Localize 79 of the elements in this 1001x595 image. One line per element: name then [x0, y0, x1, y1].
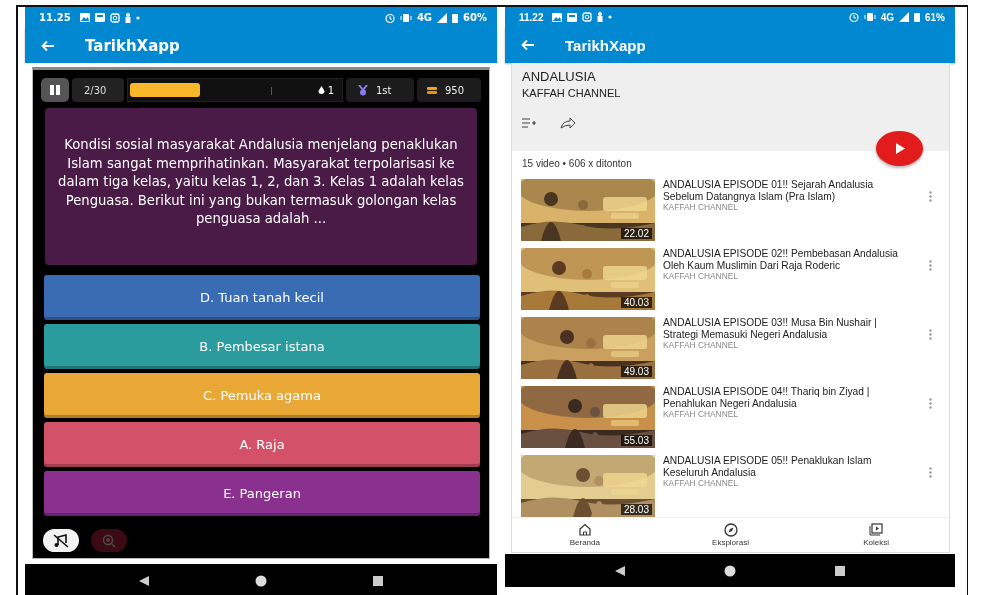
home-icon	[577, 523, 592, 537]
rank-text: 1st	[376, 84, 392, 96]
news-icon	[94, 13, 105, 22]
more-icon	[928, 191, 932, 202]
share-icon[interactable]	[560, 117, 576, 129]
video-channel: KAFFAH CHANNEL	[663, 340, 739, 350]
explore-icon	[723, 523, 738, 537]
video-title[interactable]: ANDALUSIA EPISODE 03!! Musa Bin Nushair | Strategi Memasuki Negeri Andalusia	[663, 317, 901, 340]
add-to-queue-icon[interactable]	[522, 118, 536, 128]
zoom-in-icon	[102, 533, 116, 548]
coins-icon	[427, 85, 437, 95]
more-icon	[928, 398, 932, 409]
back-icon[interactable]	[614, 564, 626, 577]
vibrate-icon	[399, 12, 412, 23]
battery-icon	[452, 12, 459, 23]
back-arrow-icon[interactable]	[521, 39, 535, 51]
video-channel: KAFFAH CHANNEL	[663, 409, 739, 419]
answer-button[interactable]: D. Tuan tanah kecil	[44, 275, 480, 320]
camera-icon	[109, 12, 120, 23]
news-icon	[567, 12, 578, 22]
app-title: TarikhXapp	[85, 36, 180, 55]
battery-level: 60%	[463, 12, 487, 23]
play-icon	[894, 143, 905, 154]
more-icon	[928, 260, 932, 271]
music-off-icon	[53, 533, 69, 548]
pause-button[interactable]	[41, 78, 69, 102]
recents-icon[interactable]	[372, 574, 385, 587]
coins-text: 950	[445, 84, 465, 96]
more-icon	[928, 467, 932, 478]
question-text: Kondisi sosial masyarakat Andalusia menjelang penaklukan Islam sangat memprihatinkan. Masyarakat terpolarisasi ke dalam tiga kelas, yaitu kelas 1, 2, dan 3. Kelas 1 adalah kelas Penguasa. Berikut ini yang bukan termasuk golongan kelas penguasa adalah ...	[57, 136, 465, 228]
channel-name: KAFFAH CHANNEL	[522, 87, 622, 99]
person-icon	[124, 12, 131, 23]
lives-count: 1	[327, 84, 334, 96]
video-duration: 49.03	[620, 366, 652, 377]
video-duration: 55.03	[620, 435, 652, 446]
network-label: 4G	[416, 12, 433, 23]
video-duration: 40.03	[620, 297, 652, 308]
recents-icon[interactable]	[834, 564, 846, 577]
alarm-icon	[384, 12, 395, 23]
answer-button[interactable]: E. Pangeran	[44, 471, 480, 516]
app-title: TarikhXapp	[565, 36, 646, 54]
network-label: 4G	[880, 11, 894, 23]
medal-icon	[358, 84, 368, 96]
video-title[interactable]: ANDALUSIA EPISODE 05!! Penaklukan Islam Keseluruh Andalusia	[663, 455, 901, 478]
status-time: 11.22	[519, 11, 544, 23]
answer-button[interactable]: A. Raja	[44, 422, 480, 467]
question-counter: 2/30	[72, 78, 124, 102]
alarm-icon	[848, 12, 859, 22]
image-icon	[79, 13, 90, 22]
pause-icon	[50, 85, 60, 95]
vibrate-icon	[863, 12, 876, 22]
camera-icon	[582, 12, 593, 22]
back-arrow-icon[interactable]	[41, 39, 55, 52]
image-icon	[552, 12, 563, 22]
mute-music-button[interactable]	[43, 529, 79, 552]
drop-icon	[317, 86, 325, 94]
video-title[interactable]: ANDALUSIA EPISODE 01!! Sejarah Andalusia Sebelum Datangnya Islam (Pra Islam)	[663, 179, 901, 202]
video-channel: KAFFAH CHANNEL	[663, 271, 739, 281]
video-channel: KAFFAH CHANNEL	[663, 202, 739, 212]
battery-level: 61%	[925, 11, 945, 23]
person-icon	[597, 12, 604, 22]
back-icon[interactable]	[137, 574, 150, 587]
dot-icon	[135, 15, 140, 20]
home-icon[interactable]	[255, 574, 267, 587]
video-duration: 22.02	[620, 228, 652, 239]
battery-icon	[914, 12, 920, 22]
more-icon	[928, 329, 932, 340]
status-time: 11.25	[39, 12, 71, 23]
signal-icon	[437, 12, 448, 23]
library-icon	[869, 523, 884, 537]
video-title[interactable]: ANDALUSIA EPISODE 04!! Thariq bin Ziyad | Penahlukan Negeri Andalusia	[663, 386, 901, 409]
video-title[interactable]: ANDALUSIA EPISODE 02!! Pembebasan Andalusia Oleh Kaum Muslimin Dari Raja Roderic	[663, 248, 901, 271]
video-duration: 28.03	[620, 504, 652, 515]
video-channel: KAFFAH CHANNEL	[663, 478, 739, 488]
home-icon[interactable]	[724, 564, 736, 577]
playlist-stats: 15 video • 606 x ditonton	[521, 157, 633, 171]
dot-icon	[608, 15, 613, 19]
playlist-title: ANDALUSIA	[522, 69, 597, 84]
signal-icon	[899, 12, 909, 22]
